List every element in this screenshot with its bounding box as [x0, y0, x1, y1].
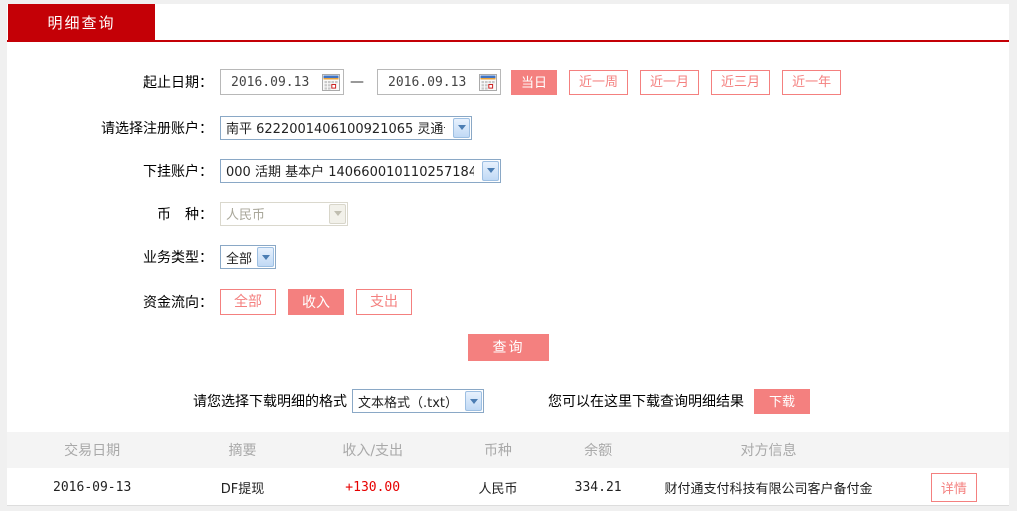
download-row: 请您选择下载明细的格式 文本格式（.txt） 您可以在这里下载查询明细结果 下载 — [7, 388, 1009, 414]
date-from-input[interactable]: 2016.09.13 — [220, 69, 344, 95]
tab-detail-query[interactable]: 明细查询 — [8, 4, 155, 42]
currency-label: 币 种： — [157, 206, 213, 223]
quick-range-today-button[interactable]: 当日 — [511, 69, 558, 95]
currency-row: 币 种： 人民币 — [7, 201, 1009, 226]
currency-select: 人民币 — [220, 201, 348, 226]
download-format-select[interactable]: 文本格式（.txt） — [352, 389, 484, 413]
business-type-label: 业务类型： — [143, 250, 213, 266]
calendar-icon[interactable] — [479, 73, 497, 91]
quick-range-3months-button[interactable]: 近三月 — [711, 69, 771, 95]
sub-account-label: 下挂账户： — [143, 163, 213, 180]
cell-currency: 人民币 — [478, 481, 518, 497]
tab-bar: 明细查询 — [7, 4, 1009, 42]
date-to-value: 2016.09.13 — [388, 74, 467, 90]
table-header-date: 交易日期 — [64, 443, 121, 459]
fund-flow-row: 资金流向： 全部 收入 支出 — [7, 288, 1009, 315]
date-range-row: 起止日期： 2016.09.13 — 2016.09.13 当日 近一周 近一月… — [7, 68, 1009, 96]
register-account-row: 请选择注册账户： 南平 6222001406100921065 灵通卡 — [7, 115, 1009, 140]
table-row: 2016-09-13 DF提现 +130.00 人民币 334.21 财付通支付… — [7, 468, 1009, 506]
business-type-row: 业务类型： 全部 — [7, 245, 1009, 269]
register-account-label: 请选择注册账户： — [101, 120, 213, 137]
fund-flow-income-button[interactable]: 收入 — [288, 288, 344, 315]
detail-button[interactable]: 详情 — [930, 472, 977, 502]
table-header-counterparty: 对方信息 — [740, 443, 797, 459]
cell-summary: DF提现 — [220, 481, 265, 497]
register-account-select[interactable]: 南平 6222001406100921065 灵通卡 — [220, 115, 472, 140]
date-from-value: 2016.09.13 — [231, 74, 310, 90]
table-header-currency: 币种 — [483, 443, 512, 459]
date-to-input[interactable]: 2016.09.13 — [377, 69, 501, 95]
fund-flow-all-button[interactable]: 全部 — [220, 288, 276, 315]
table-header-summary: 摘要 — [228, 443, 257, 459]
chevron-down-icon[interactable] — [482, 160, 499, 181]
chevron-down-icon[interactable] — [257, 247, 274, 267]
register-account-value: 南平 6222001406100921065 灵通卡 — [226, 122, 445, 137]
content-panel: 明细查询 起止日期： 2016.09.13 — 2016.09.13 当日 近一… — [7, 4, 1009, 506]
date-range-label: 起止日期： — [143, 75, 213, 91]
sub-account-row: 下挂账户： 000 活期 基本户 1406600101102571848 — [7, 158, 1009, 183]
table-header-amount: 收入/支出 — [342, 443, 404, 459]
query-button[interactable]: 查询 — [468, 334, 549, 361]
fund-flow-label: 资金流向： — [143, 294, 213, 311]
quick-range-month-button[interactable]: 近一月 — [640, 69, 700, 95]
cell-amount: +130.00 — [345, 479, 401, 495]
chevron-down-icon[interactable] — [453, 117, 470, 138]
fund-flow-expense-button[interactable]: 支出 — [356, 288, 412, 315]
table-header-balance: 余额 — [584, 443, 613, 459]
quick-range-year-button[interactable]: 近一年 — [782, 69, 842, 95]
download-format-label: 请您选择下载明细的格式 — [193, 394, 347, 410]
currency-value: 人民币 — [226, 208, 266, 223]
cell-transaction-date: 2016-09-13 — [53, 479, 132, 495]
cell-counterparty: 财付通支付科技有限公司客户备付金 — [664, 481, 873, 497]
calendar-icon[interactable] — [322, 73, 340, 91]
download-format-value: 文本格式（.txt） — [358, 395, 457, 411]
download-hint: 您可以在这里下载查询明细结果 — [548, 394, 744, 410]
quick-range-week-button[interactable]: 近一周 — [569, 69, 629, 95]
business-type-value: 全部 — [226, 251, 253, 267]
date-range-separator: — — [350, 74, 364, 90]
download-button[interactable]: 下载 — [754, 388, 810, 414]
chevron-down-icon — [329, 203, 346, 224]
table-header-row: 交易日期 摘要 收入/支出 币种 余额 对方信息 — [7, 432, 1009, 468]
sub-account-value: 000 活期 基本户 1406600101102571848 — [226, 165, 474, 180]
sub-account-select[interactable]: 000 活期 基本户 1406600101102571848 — [220, 158, 501, 183]
cell-balance: 334.21 — [574, 479, 622, 495]
business-type-select[interactable]: 全部 — [220, 245, 276, 269]
chevron-down-icon[interactable] — [465, 391, 482, 411]
